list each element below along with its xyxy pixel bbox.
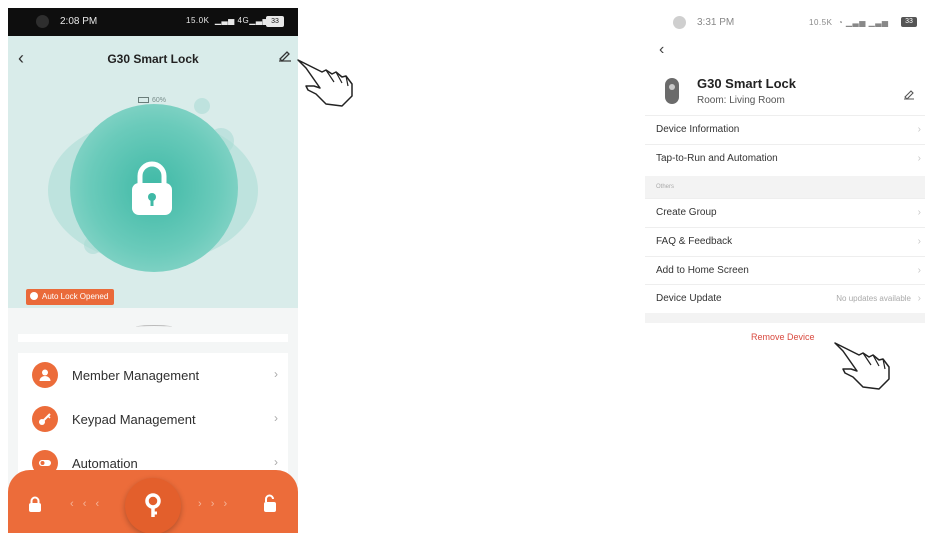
device-room: Room: Living Room — [697, 95, 785, 106]
pointing-hand-icon — [297, 59, 353, 107]
edit-icon[interactable] — [278, 48, 292, 62]
status-bar: 3:31 PM 10.5K ◔ ▁▃▅ ▁▃▅ 33 — [645, 14, 925, 34]
signal-type: 4G — [237, 16, 250, 25]
auto-lock-text: Auto Lock Opened — [42, 292, 109, 301]
network-speed: 10.5K — [809, 18, 833, 27]
battery-level-icon — [138, 97, 149, 104]
chevron-right-icon: › — [917, 236, 921, 247]
row-label: Tap-to-Run and Automation — [656, 153, 778, 164]
chevron-right-icon: › — [274, 367, 278, 381]
left-phone-screen: 2:08 PM 15.0K ▁▃▅ 4G▁▃▅ 33 ‹ G30 Smart L… — [8, 8, 298, 533]
menu-item-label: Keypad Management — [72, 411, 196, 427]
status-network: 10.5K ◔ ▁▃▅ ▁▃▅ — [809, 18, 889, 27]
section-gap — [645, 313, 925, 323]
lock-closed-icon[interactable] — [28, 496, 42, 512]
camera-dot — [36, 15, 49, 28]
chevron-right-icon: › — [917, 153, 921, 164]
key-icon — [145, 493, 161, 517]
menu-item-label: Automation — [72, 455, 138, 471]
row-add-to-home[interactable]: Add to Home Screen › — [645, 256, 925, 284]
unlock-control-bar: ‹ ‹ ‹ › › › — [8, 470, 298, 533]
status-time: 2:08 PM — [60, 16, 98, 27]
battery-level-text: 60% — [152, 97, 167, 104]
battery-icon: 33 — [901, 17, 917, 27]
menu-item-keypad-management[interactable]: Keypad Management › — [18, 397, 288, 441]
battery-indicator: 60% — [138, 97, 166, 104]
chevron-right-icon: › — [917, 124, 921, 135]
divider-strip — [18, 334, 288, 342]
row-device-information[interactable]: Device Information › — [645, 115, 925, 143]
row-label: Create Group — [656, 207, 717, 218]
chevron-right-icon: › — [917, 265, 921, 276]
row-label: Device Update — [656, 293, 722, 304]
row-tap-to-run[interactable]: Tap-to-Run and Automation › — [645, 144, 925, 172]
auto-lock-status-badge: Auto Lock Opened — [26, 289, 115, 305]
alert-icon — [30, 292, 38, 300]
right-phone-screen: 3:31 PM 10.5K ◔ ▁▃▅ ▁▃▅ 33 ‹ G30 Smart L… — [645, 8, 925, 388]
remove-device-button[interactable]: Remove Device — [751, 332, 815, 342]
swipe-right-arrows: › › › — [198, 498, 231, 510]
chevron-right-icon: › — [917, 207, 921, 218]
status-bar: 2:08 PM 15.0K ▁▃▅ 4G▁▃▅ 33 — [8, 8, 298, 36]
status-time: 3:31 PM — [697, 17, 735, 28]
network-speed: 15.0K — [186, 16, 210, 25]
decor-bubble — [194, 98, 210, 114]
drawer-handle[interactable] — [136, 325, 172, 329]
unlock-key-button[interactable] — [125, 478, 181, 533]
row-create-group[interactable]: Create Group › — [645, 198, 925, 226]
menu-item-label: Member Management — [72, 367, 200, 383]
battery-icon: 33 — [266, 16, 284, 27]
row-label: FAQ & Feedback — [656, 236, 733, 247]
key-icon — [32, 406, 58, 432]
section-header-others: Others — [645, 176, 925, 198]
row-device-update[interactable]: Device Update No updates available › — [645, 284, 925, 312]
back-icon[interactable]: ‹ — [659, 41, 664, 59]
lock-device-icon — [665, 78, 679, 104]
status-network: 15.0K ▁▃▅ 4G▁▃▅ — [186, 16, 270, 25]
edit-icon[interactable] — [903, 88, 917, 100]
pointing-hand-icon — [834, 342, 890, 390]
device-title: G30 Smart Lock — [697, 76, 796, 91]
chevron-right-icon: › — [274, 455, 278, 469]
row-label: Add to Home Screen — [656, 265, 749, 276]
settings-menu: Member Management › Keypad Management › … — [18, 353, 288, 485]
page-title: G30 Smart Lock — [107, 52, 199, 66]
camera-dot — [673, 16, 686, 29]
lock-open-icon[interactable] — [262, 494, 278, 512]
person-icon — [32, 362, 58, 388]
update-status: No updates available — [836, 294, 911, 303]
row-label: Device Information — [656, 124, 740, 135]
row-faq-feedback[interactable]: FAQ & Feedback › — [645, 227, 925, 255]
chevron-right-icon: › — [274, 411, 278, 425]
swipe-left-arrows: ‹ ‹ ‹ — [70, 498, 103, 510]
padlock-icon — [132, 161, 172, 215]
chevron-right-icon: › — [917, 293, 921, 304]
menu-item-member-management[interactable]: Member Management › — [18, 353, 288, 397]
